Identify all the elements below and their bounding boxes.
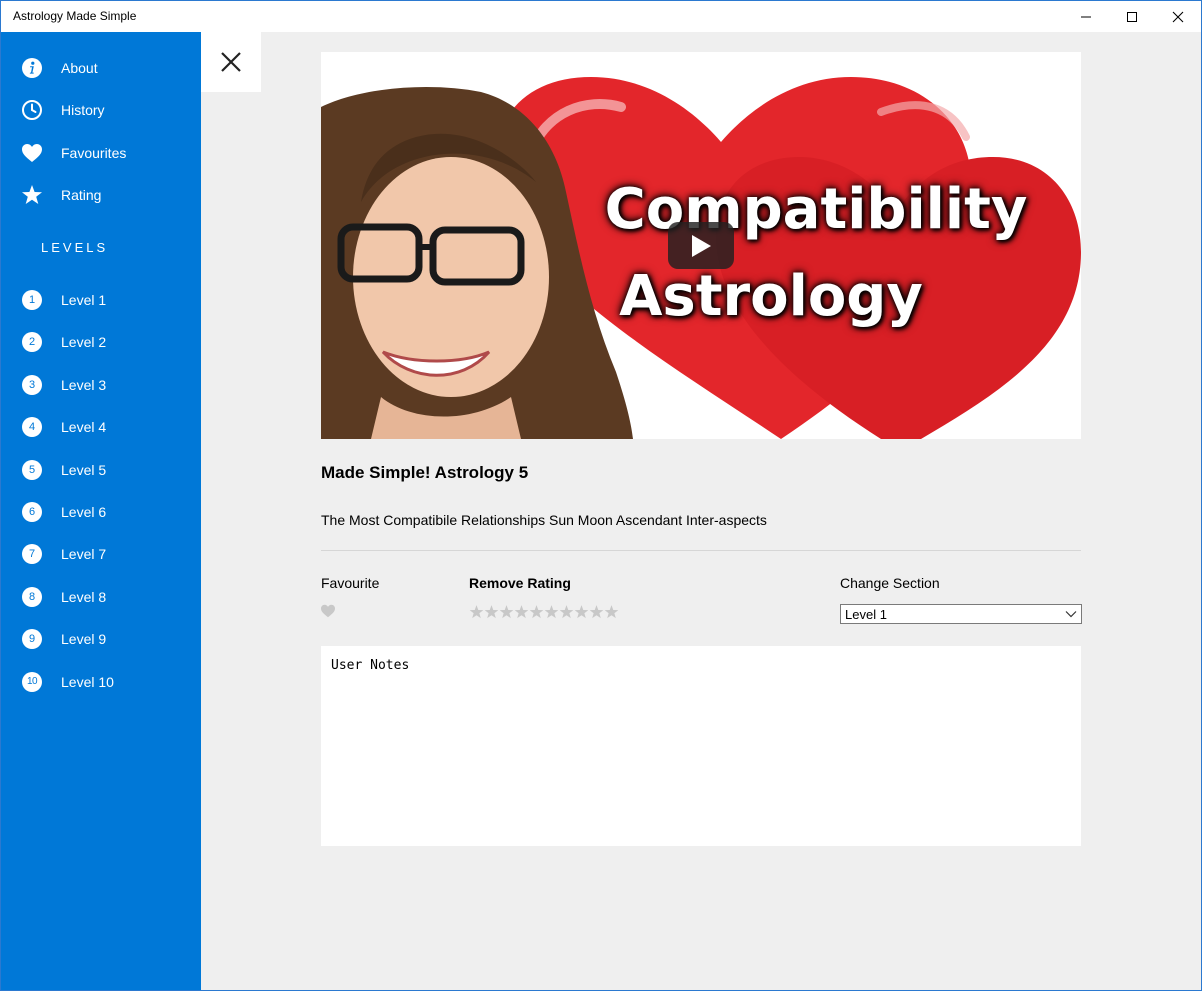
rating-star-1[interactable] xyxy=(469,604,484,620)
number-1-icon: 1 xyxy=(22,290,42,310)
rating-star-5[interactable] xyxy=(529,604,544,620)
sidebar-item-label: Level 5 xyxy=(61,462,107,478)
info-icon xyxy=(21,57,43,79)
rating-star-2[interactable] xyxy=(484,604,499,620)
window-title: Astrology Made Simple xyxy=(13,9,137,23)
sidebar-item-history[interactable]: History xyxy=(1,90,201,130)
sidebar-item-label: Level 2 xyxy=(61,334,107,350)
rating-star-8[interactable] xyxy=(574,604,589,620)
divider xyxy=(321,550,1081,551)
remove-rating-button[interactable]: Remove Rating xyxy=(469,575,571,591)
thumbnail-title-line2: Astrology xyxy=(619,264,923,329)
sidebar-item-label: About xyxy=(61,60,98,76)
sidebar-item-level-2[interactable]: 2 Level 2 xyxy=(1,322,201,362)
heart-icon xyxy=(321,604,335,618)
sidebar-item-label: Level 6 xyxy=(61,504,107,520)
sidebar: About History Favourites Rating LEVELS 1… xyxy=(1,32,201,990)
play-icon xyxy=(692,234,711,257)
number-9-icon: 9 xyxy=(22,629,42,649)
number-6-icon: 6 xyxy=(22,502,42,522)
number-5-icon: 5 xyxy=(22,460,42,480)
close-window-button[interactable] xyxy=(1155,1,1201,32)
video-description: The Most Compatibile Relationships Sun M… xyxy=(321,512,767,528)
favourite-toggle[interactable] xyxy=(320,604,338,620)
number-2-icon: 2 xyxy=(22,332,42,352)
number-8-icon: 8 xyxy=(22,587,42,607)
clock-icon xyxy=(21,99,43,121)
star-icon xyxy=(21,184,43,206)
rating-star-10[interactable] xyxy=(604,604,619,620)
close-icon xyxy=(1172,11,1184,22)
rating-star-9[interactable] xyxy=(589,604,604,620)
play-button[interactable] xyxy=(668,222,734,269)
sidebar-item-level-10[interactable]: 10 Level 10 xyxy=(1,662,201,702)
number-4-icon: 4 xyxy=(22,417,42,437)
favourite-label: Favourite xyxy=(321,575,380,591)
thumbnail-title-line1: Compatibility xyxy=(604,177,1028,242)
section-dropdown[interactable]: Level 1 xyxy=(840,604,1082,624)
sidebar-item-label: Level 10 xyxy=(61,674,114,690)
rating-star-6[interactable] xyxy=(544,604,559,620)
rating-stars xyxy=(469,604,619,620)
sidebar-item-label: Level 3 xyxy=(61,377,107,393)
number-10-icon: 10 xyxy=(22,672,42,692)
maximize-button[interactable] xyxy=(1109,1,1155,32)
sidebar-item-favourites[interactable]: Favourites xyxy=(1,133,201,173)
sidebar-item-rating[interactable]: Rating xyxy=(1,175,201,215)
sidebar-item-level-3[interactable]: 3 Level 3 xyxy=(1,365,201,405)
sidebar-item-level-6[interactable]: 6 Level 6 xyxy=(1,492,201,532)
maximize-icon xyxy=(1127,11,1137,22)
rating-star-7[interactable] xyxy=(559,604,574,620)
sidebar-item-level-8[interactable]: 8 Level 8 xyxy=(1,577,201,617)
sidebar-item-label: Rating xyxy=(61,187,102,203)
sidebar-item-level-9[interactable]: 9 Level 9 xyxy=(1,619,201,659)
close-pane-button[interactable] xyxy=(201,32,261,92)
rating-star-3[interactable] xyxy=(499,604,514,620)
levels-heading: LEVELS xyxy=(41,240,109,255)
sidebar-item-label: History xyxy=(61,102,105,118)
number-3-icon: 3 xyxy=(22,375,42,395)
rating-star-4[interactable] xyxy=(514,604,529,620)
sidebar-item-level-7[interactable]: 7 Level 7 xyxy=(1,534,201,574)
sidebar-item-label: Favourites xyxy=(61,145,127,161)
heart-icon xyxy=(21,142,43,164)
sidebar-item-level-5[interactable]: 5 Level 5 xyxy=(1,450,201,490)
sidebar-item-label: Level 1 xyxy=(61,292,107,308)
sidebar-item-level-1[interactable]: 1 Level 1 xyxy=(1,280,201,320)
minimize-icon xyxy=(1081,16,1091,17)
sidebar-item-about[interactable]: About xyxy=(1,48,201,88)
sidebar-item-label: Level 9 xyxy=(61,631,107,647)
chevron-down-icon xyxy=(1065,611,1077,618)
user-notes-field[interactable] xyxy=(321,646,1081,846)
video-player[interactable]: Compatibility Astrology xyxy=(321,52,1081,439)
sidebar-item-label: Level 4 xyxy=(61,419,107,435)
sidebar-item-level-4[interactable]: 4 Level 4 xyxy=(1,407,201,447)
close-icon xyxy=(221,52,241,72)
section-selected-value: Level 1 xyxy=(845,606,887,622)
app-window: Astrology Made Simple About History Favo… xyxy=(0,0,1202,991)
title-bar: Astrology Made Simple xyxy=(1,1,1201,32)
video-title: Made Simple! Astrology 5 xyxy=(321,463,529,482)
minimize-button[interactable] xyxy=(1063,1,1109,32)
number-7-icon: 7 xyxy=(22,544,42,564)
sidebar-item-label: Level 7 xyxy=(61,546,107,562)
sidebar-item-label: Level 8 xyxy=(61,589,107,605)
change-section-label: Change Section xyxy=(840,575,940,591)
